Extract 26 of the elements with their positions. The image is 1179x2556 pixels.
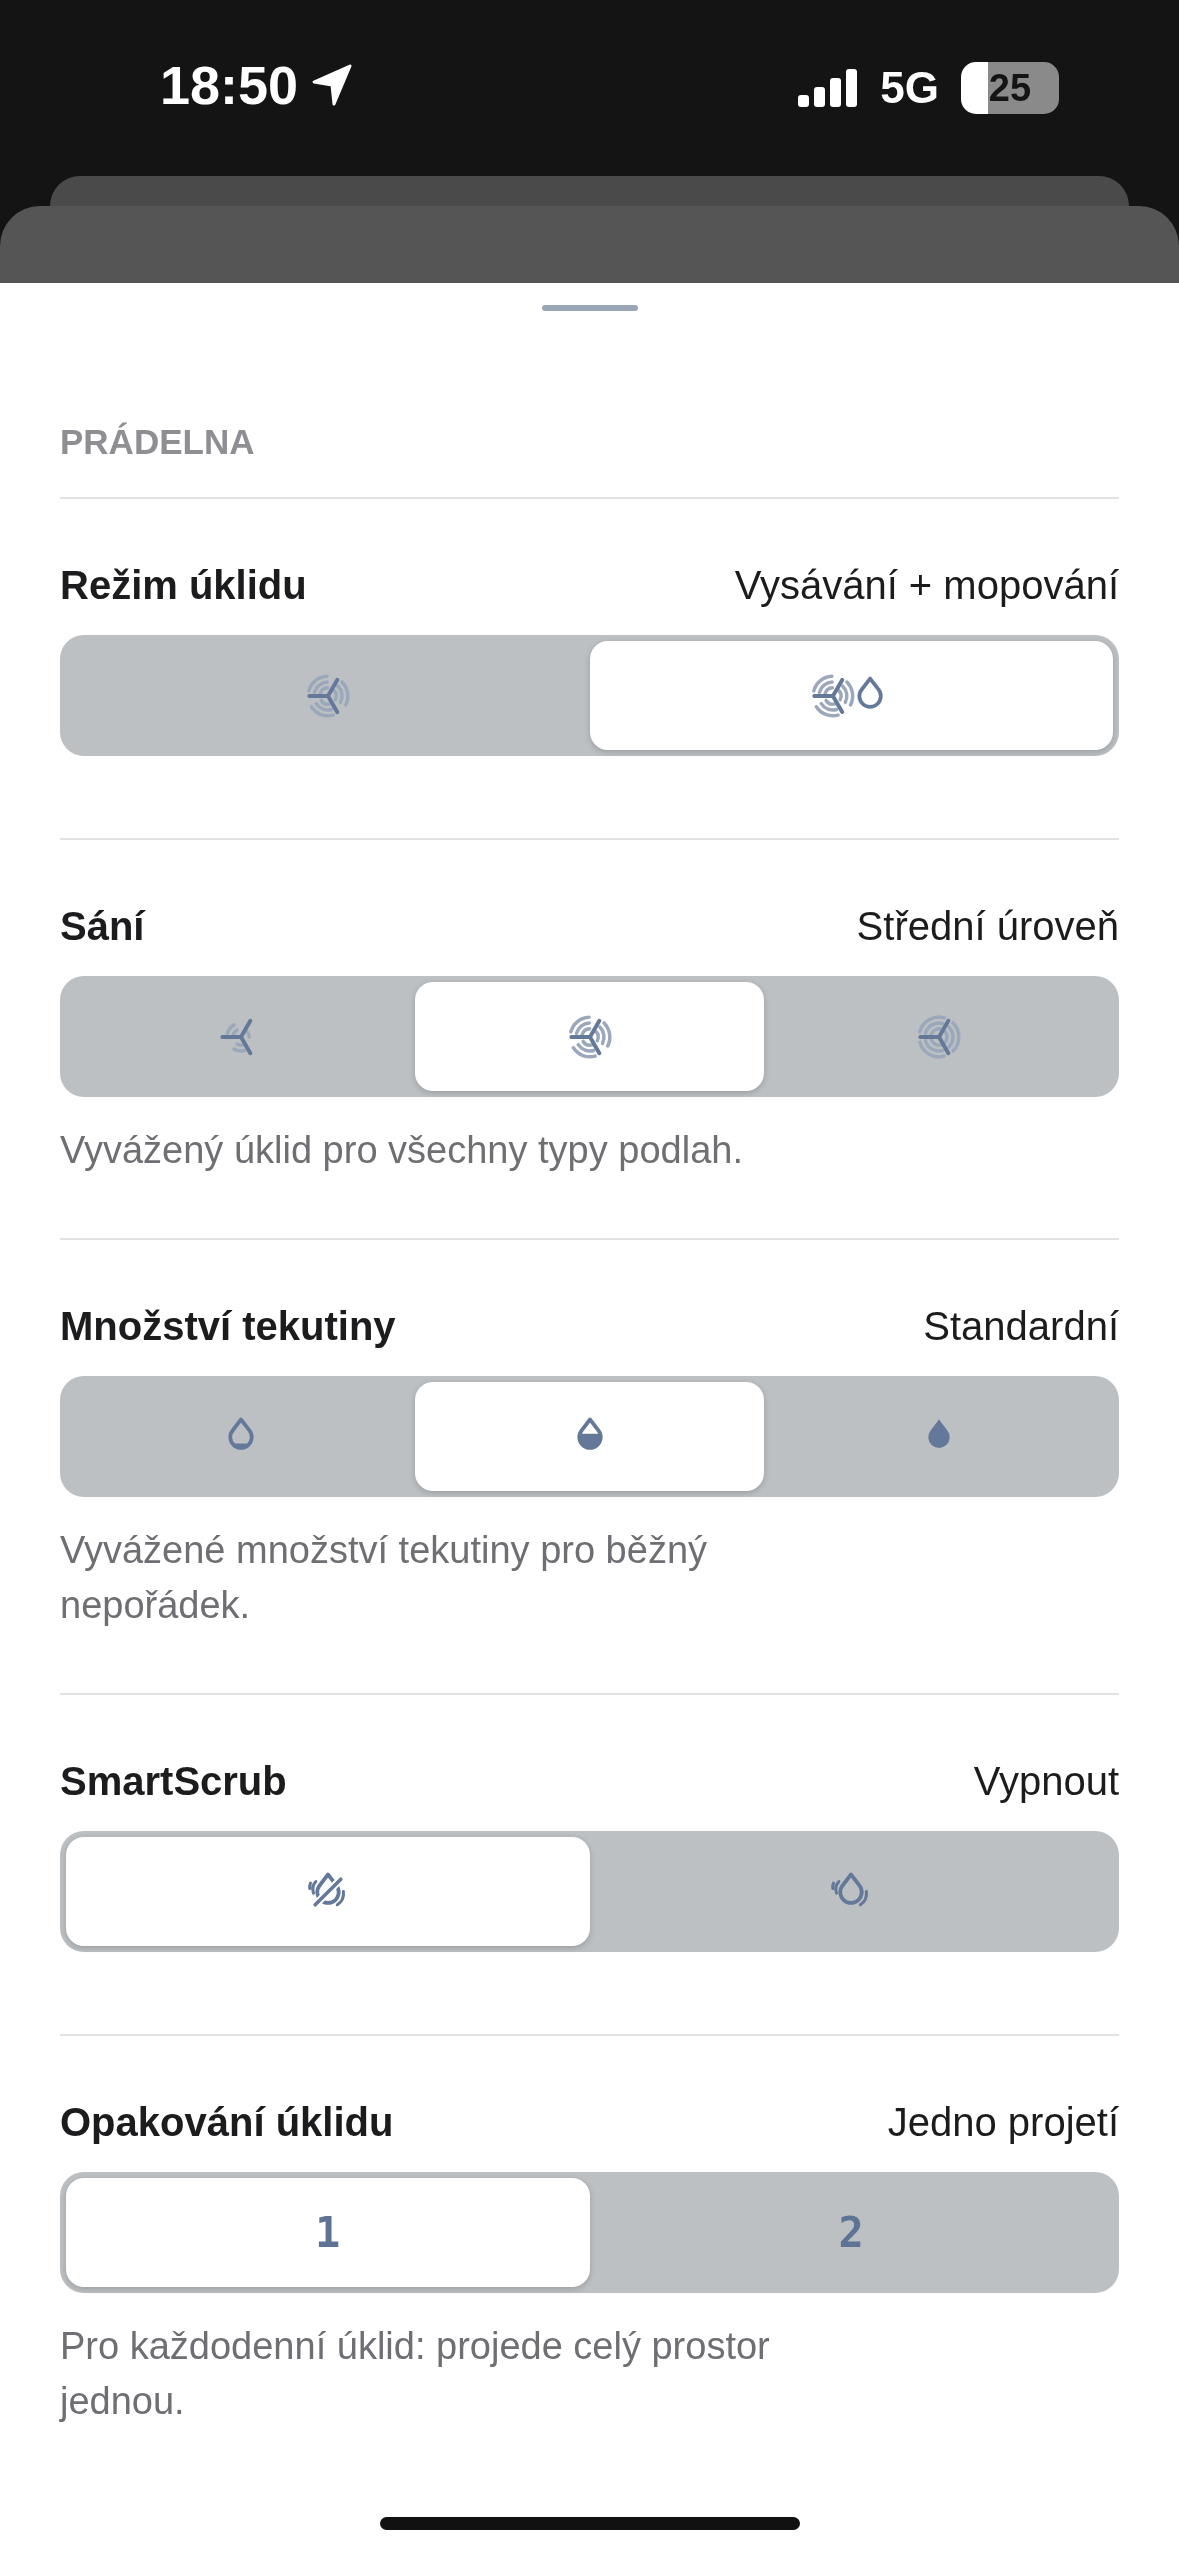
segment-option[interactable]: 2	[589, 2178, 1113, 2287]
setting-value: Vysávání + mopování	[734, 562, 1119, 609]
setting-title: Režim úklidu	[60, 562, 307, 609]
signal-icon	[798, 69, 859, 107]
location-arrow-icon	[312, 64, 353, 106]
battery-indicator: 25	[961, 62, 1059, 114]
segment-option[interactable]	[415, 1382, 764, 1491]
setting-value: Vypnout	[973, 1758, 1119, 1805]
setting-title: SmartScrub	[60, 1758, 287, 1805]
segment-option[interactable]	[415, 982, 764, 1091]
setting-description: Pro každodenní úklid: projede celý prostor jednou.	[60, 2324, 771, 2424]
setting-title: Opakování úklidu	[60, 2099, 394, 2146]
network-label: 5G	[880, 63, 939, 113]
status-time: 18:50	[160, 54, 299, 116]
setting-description: Vyvážený úklid pro všechny typy podlah.	[60, 1128, 744, 1173]
segment-option[interactable]: 1	[66, 2178, 590, 2287]
sheet-handle[interactable]	[541, 305, 638, 311]
setting-value: Jedno projetí	[887, 2099, 1119, 2146]
setting-description: Vyvážené množství tekutiny pro běžný nepořádek.	[60, 1528, 709, 1628]
segment-option[interactable]	[589, 641, 1113, 750]
setting-title: Množství tekutiny	[60, 1303, 396, 1350]
segment-option[interactable]	[66, 1837, 590, 1946]
setting-value: Standardní	[923, 1303, 1119, 1350]
section-label: PRÁDELNA	[60, 421, 256, 463]
setting-title: Sání	[60, 903, 145, 950]
setting-value: Střední úroveň	[856, 903, 1119, 950]
